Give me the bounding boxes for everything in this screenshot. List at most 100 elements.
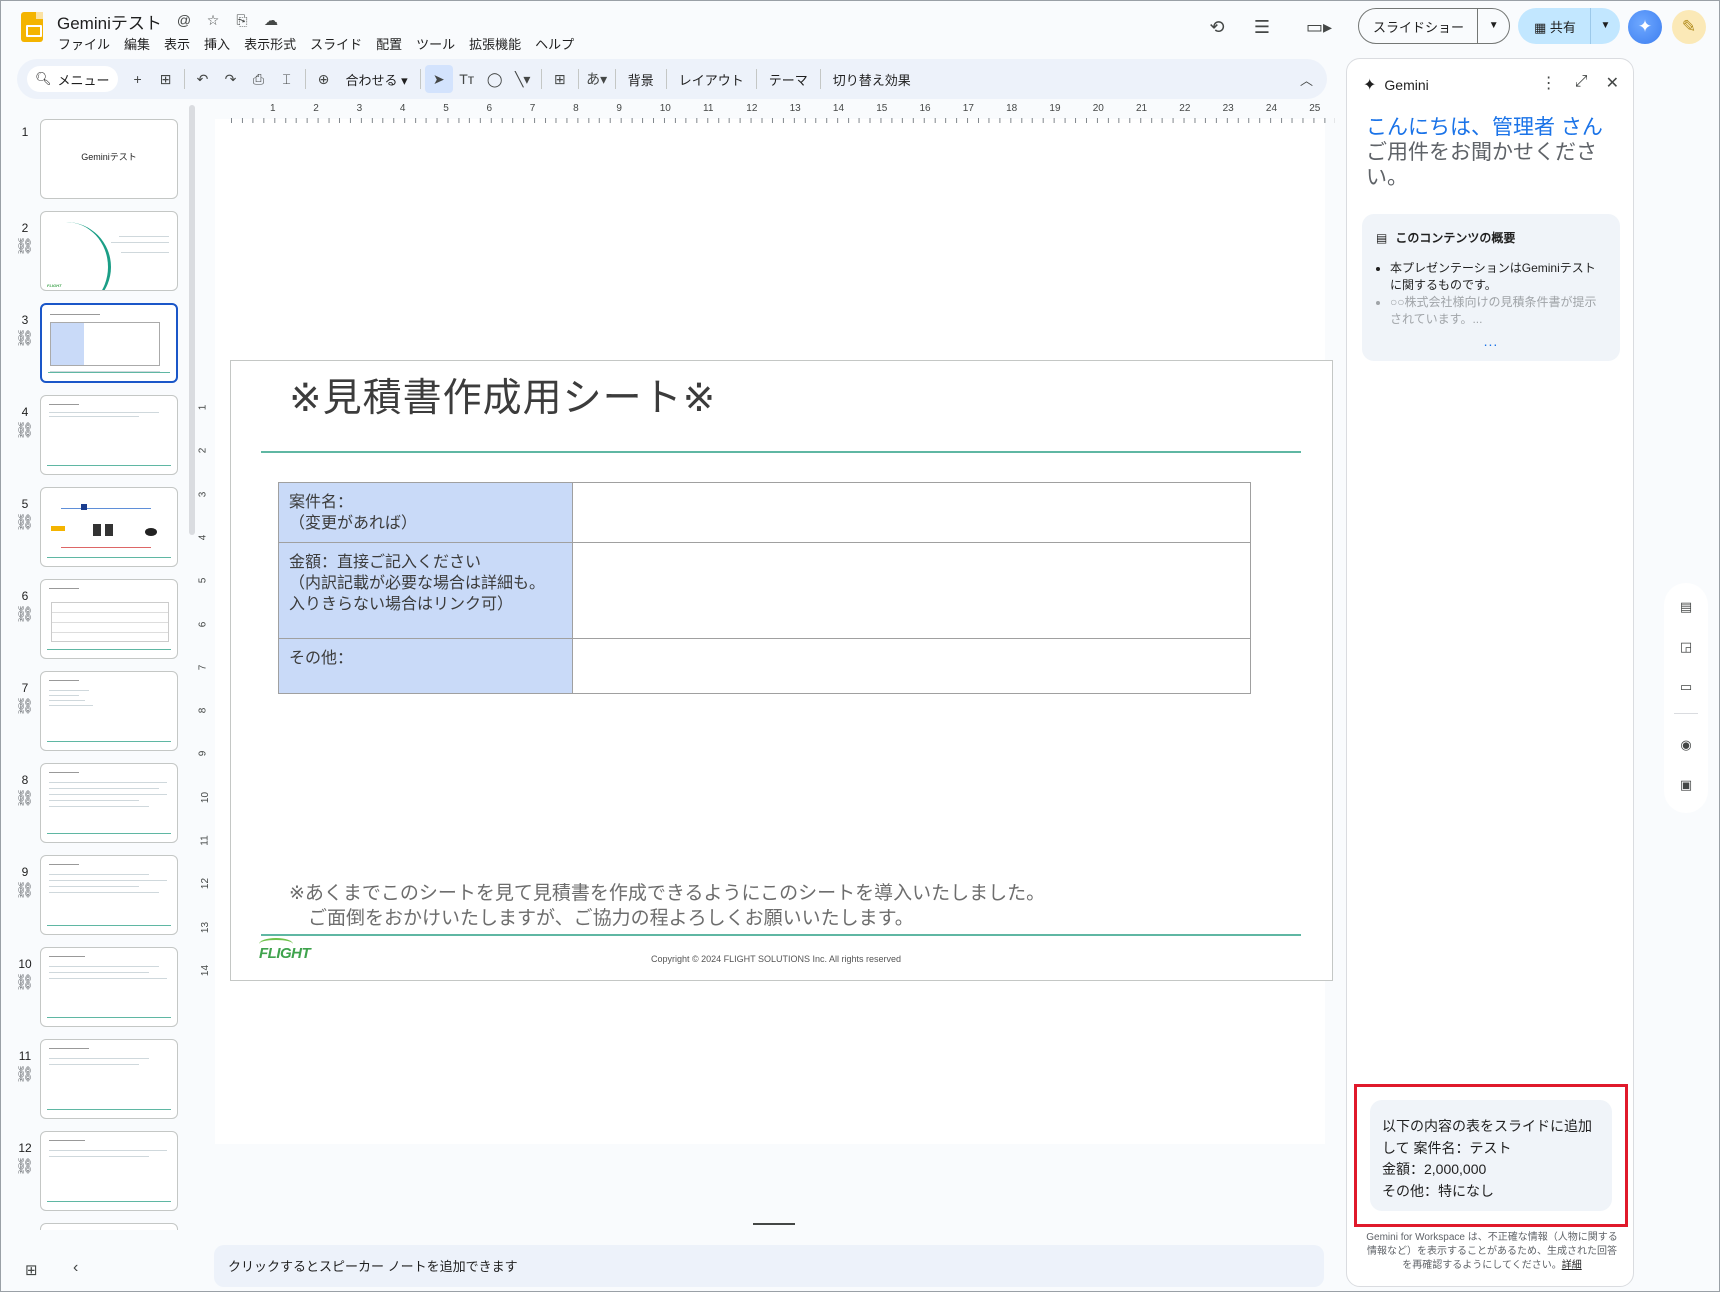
slide-thumbnail[interactable]: Geminiテスト: [40, 119, 178, 199]
filmstrip-scrollbar[interactable]: [189, 105, 195, 535]
menu-help[interactable]: ヘルプ: [528, 34, 581, 53]
slide-thumbnail[interactable]: FLIGHT: [40, 211, 178, 291]
layout-button[interactable]: レイアウト: [671, 70, 752, 89]
slide-thumbnail-row[interactable]: 5 ⛓: [1, 487, 196, 575]
transition-button[interactable]: 切り替え効果: [825, 70, 919, 89]
flight-logo[interactable]: FLIGHT: [259, 938, 311, 962]
slide-thumbnail-row[interactable]: 13: [1, 1223, 196, 1230]
table-value-cell[interactable]: [572, 482, 1251, 543]
cloud-saved-icon[interactable]: ☁: [261, 10, 281, 30]
slide-thumbnail[interactable]: [40, 487, 178, 567]
redo-icon[interactable]: ↷: [217, 65, 245, 93]
slide-thumbnail-row[interactable]: 6 ⛓: [1, 579, 196, 667]
close-icon[interactable]: ✕: [1606, 73, 1619, 93]
slide-thumbnail[interactable]: [40, 1039, 178, 1119]
chevron-down-icon[interactable]: ▼: [1477, 9, 1509, 43]
background-button[interactable]: 背景: [620, 70, 662, 89]
record-icon[interactable]: ◉: [1676, 735, 1696, 755]
undo-icon[interactable]: ↶: [189, 65, 217, 93]
slide-thumbnail-row[interactable]: 10 ⛓: [1, 947, 196, 1035]
version-history-icon[interactable]: ⟲: [1205, 15, 1229, 39]
menu-view[interactable]: 表示: [157, 34, 197, 53]
chevron-down-icon[interactable]: ▼: [1590, 8, 1620, 44]
table-value-cell[interactable]: [572, 638, 1251, 694]
comments-icon[interactable]: ☰: [1250, 15, 1274, 39]
slide-canvas[interactable]: ※見積書作成用シート※ 案件名： （変更があれば） 金額：直接ご記入ください （…: [230, 360, 1333, 981]
share-button[interactable]: ▦ 共有 ▼: [1518, 8, 1620, 44]
slide-thumbnail-row[interactable]: 7 ⛓: [1, 671, 196, 759]
slide-thumbnail-row[interactable]: 9 ⛓: [1, 855, 196, 943]
menu-slide[interactable]: スライド: [303, 34, 369, 53]
menu-arrange[interactable]: 配置: [369, 34, 409, 53]
estimate-table[interactable]: 案件名： （変更があれば） 金額：直接ご記入ください （内訳記載が必要な場合は詳…: [278, 482, 1251, 694]
slide-thumbnail-row[interactable]: 4 ⛓: [1, 395, 196, 483]
table-label-cell[interactable]: 案件名： （変更があれば）: [278, 482, 573, 543]
speaker-notes[interactable]: クリックするとスピーカー ノートを追加できます: [214, 1245, 1324, 1287]
text-box-icon[interactable]: Tт: [453, 65, 481, 93]
slide-thumbnail[interactable]: [40, 395, 178, 475]
tasks-icon[interactable]: ◲: [1676, 637, 1696, 657]
gemini-sparkle-icon[interactable]: ✦: [1628, 10, 1662, 44]
print-icon[interactable]: ⎙: [245, 65, 273, 93]
document-title[interactable]: Geminiテスト: [57, 9, 162, 34]
content-summary-card[interactable]: ▤ このコンテンツの概要 本プレゼンテーションはGeminiテストに関するもので…: [1362, 214, 1620, 361]
menu-format[interactable]: 表示形式: [237, 34, 303, 53]
slide-thumbnail[interactable]: [40, 671, 178, 751]
menu-edit[interactable]: 編集: [117, 34, 157, 53]
slide-thumbnail[interactable]: [40, 855, 178, 935]
keep-notes-icon[interactable]: ▤: [1676, 597, 1696, 617]
horizontal-ruler[interactable]: [231, 107, 1335, 123]
menu-search[interactable]: 🔍︎ メニュー: [27, 66, 118, 92]
notes-resize-handle[interactable]: [753, 1223, 795, 1225]
menu-insert[interactable]: 挿入: [197, 34, 237, 53]
grid-view-icon[interactable]: ⊞: [25, 1261, 38, 1279]
copyright-text[interactable]: Copyright © 2024 FLIGHT SOLUTIONS Inc. A…: [651, 954, 901, 964]
line-icon[interactable]: ╲▾: [509, 65, 537, 93]
slide-thumbnail-row[interactable]: 2 ⛓ FLIGHT: [1, 211, 196, 299]
summary-expand-button[interactable]: ...: [1362, 333, 1620, 349]
slide-thumbnail[interactable]: [40, 1223, 178, 1230]
select-cursor-icon[interactable]: ➤: [424, 65, 453, 93]
disclaimer-link[interactable]: 詳細: [1562, 1260, 1582, 1271]
theme-button[interactable]: テーマ: [761, 70, 816, 89]
move-folder-icon[interactable]: ⎘: [232, 10, 252, 30]
slide-thumbnail[interactable]: [40, 1131, 178, 1211]
table-label-cell[interactable]: 金額：直接ご記入ください （内訳記載が必要な場合は詳細も。 入りきらない場合はリ…: [278, 542, 573, 639]
mention-icon[interactable]: @: [174, 10, 194, 30]
avatar[interactable]: ✎: [1672, 10, 1706, 44]
menu-file[interactable]: ファイル: [51, 34, 117, 53]
zoom-icon[interactable]: ⊕: [310, 65, 338, 93]
slide-footnote[interactable]: ※あくまでこのシートを見て見積書を作成できるようにこのシートを導入いたしました。…: [289, 881, 1045, 931]
meet-icon[interactable]: ▭▸: [1299, 15, 1339, 39]
slide-thumbnail-row[interactable]: 1 Geminiテスト: [1, 119, 196, 207]
paint-format-icon[interactable]: ⌶: [273, 65, 301, 93]
slide-thumbnail-row[interactable]: 3 ⛓: [1, 303, 196, 391]
slide-title[interactable]: ※見積書作成用シート※: [289, 367, 716, 423]
folder-icon[interactable]: ▭: [1676, 677, 1696, 697]
open-in-full-icon[interactable]: ⤢: [1575, 73, 1588, 93]
menu-tools[interactable]: ツール: [409, 34, 462, 53]
new-slide-icon[interactable]: +: [124, 65, 152, 93]
slideshow-button[interactable]: スライドショー ▼: [1358, 8, 1510, 44]
table-value-cell[interactable]: [572, 542, 1251, 639]
slide-thumbnail-selected[interactable]: [40, 303, 178, 383]
star-icon[interactable]: ☆: [203, 10, 223, 30]
comment-add-icon[interactable]: ⊞: [546, 65, 574, 93]
slide-thumbnail-row[interactable]: 8 ⛓: [1, 763, 196, 851]
slide-thumbnail-row[interactable]: 11 ⛓: [1, 1039, 196, 1127]
new-slide-layout-icon[interactable]: ⊞: [152, 65, 180, 93]
zoom-select[interactable]: 合わせる ▾: [338, 70, 416, 89]
slide-thumbnail-row[interactable]: 12 ⛓: [1, 1131, 196, 1219]
menu-extensions[interactable]: 拡張機能: [462, 34, 528, 53]
slide-thumbnail[interactable]: [40, 579, 178, 659]
chevron-up-icon[interactable]: ︿: [1300, 70, 1313, 89]
input-tools-icon[interactable]: あ▾: [583, 65, 611, 93]
shape-icon[interactable]: ◯: [481, 65, 509, 93]
slides-logo-icon[interactable]: [21, 12, 43, 42]
video-icon[interactable]: ▣: [1676, 775, 1696, 795]
table-label-cell[interactable]: その他：: [278, 638, 573, 694]
slide-thumbnail[interactable]: [40, 947, 178, 1027]
more-vert-icon[interactable]: ⋮: [1541, 73, 1557, 93]
chevron-left-icon[interactable]: ‹: [73, 1259, 78, 1277]
slide-thumbnail[interactable]: [40, 763, 178, 843]
